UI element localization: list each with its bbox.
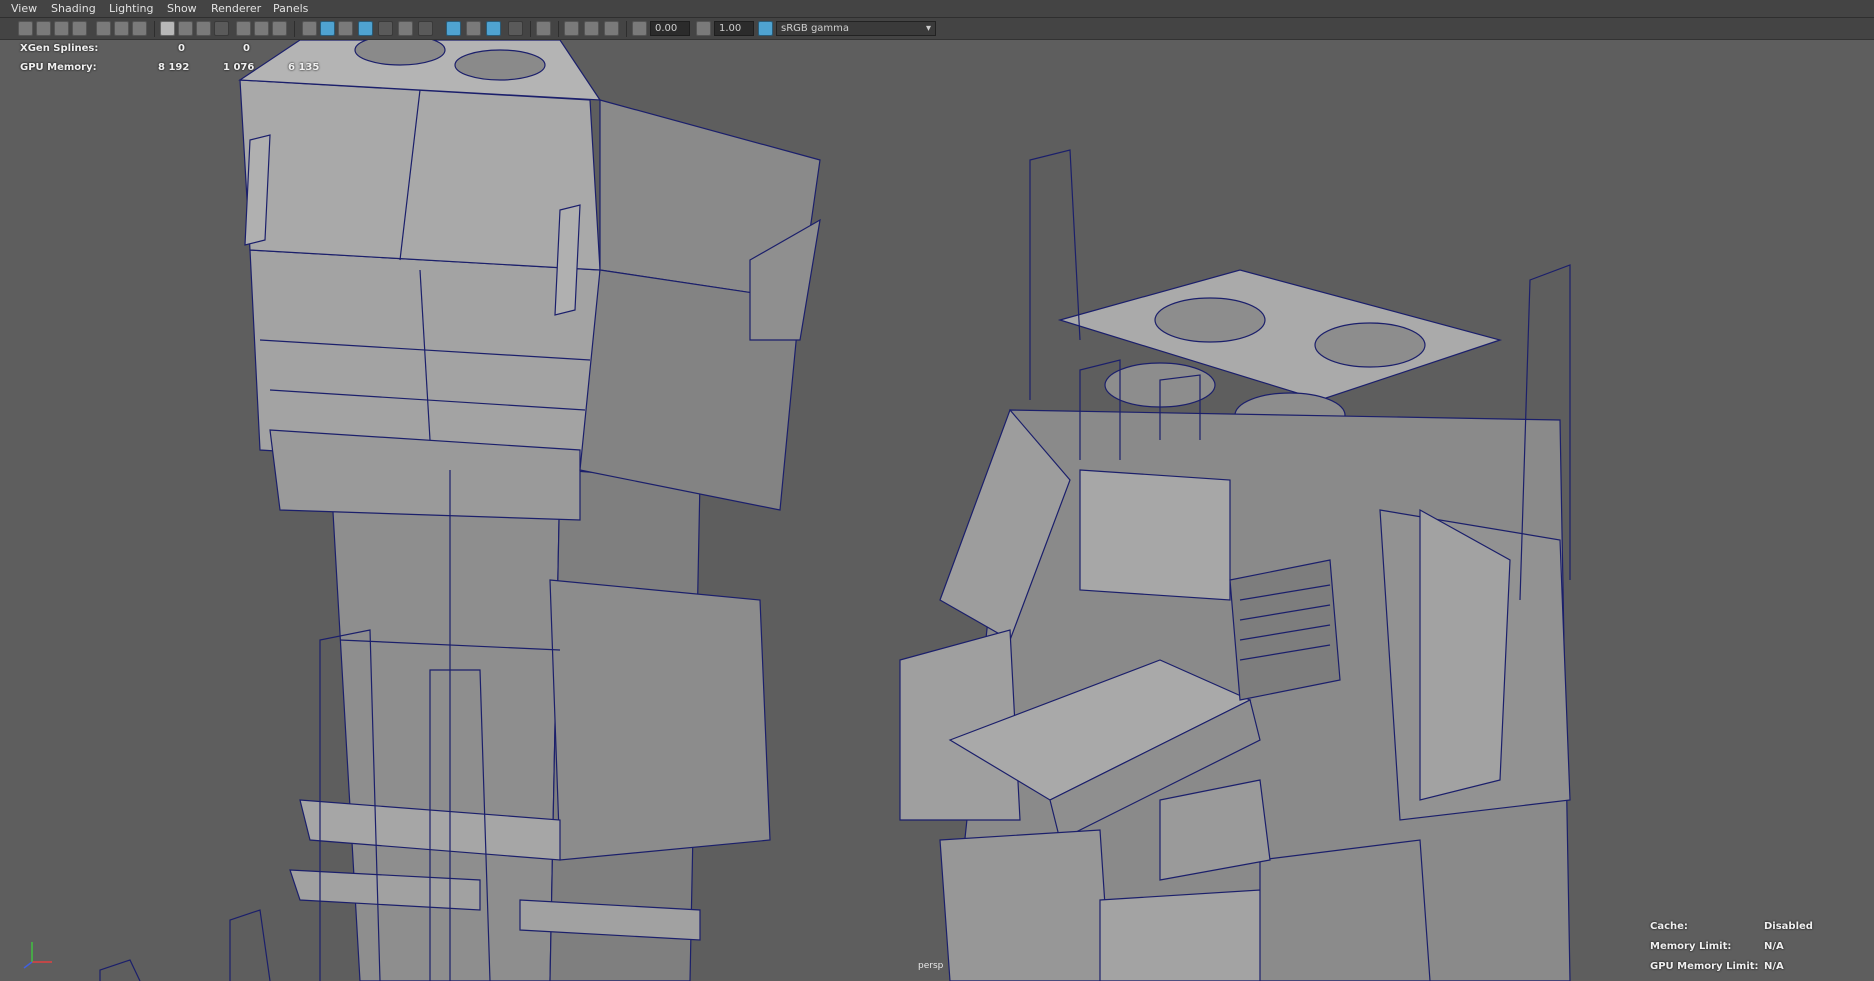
hud-memory-limit-label: Memory Limit: [1650, 941, 1732, 952]
xray-joints-icon[interactable] [564, 21, 579, 36]
menu-panels[interactable]: Panels [270, 0, 311, 18]
ambient-occlusion-icon[interactable] [446, 21, 461, 36]
hud-xgen-label: XGen Splines: [20, 43, 99, 54]
toolbar-separator [558, 21, 559, 37]
3d-viewport[interactable]: XGen Splines: 0 0 GPU Memory: 8 192 1 07… [0, 40, 1874, 981]
left-tower-model [99, 40, 821, 981]
wireframe-on-shaded-icon[interactable] [358, 21, 373, 36]
textured-icon[interactable] [378, 21, 393, 36]
menu-show[interactable]: Show [164, 0, 200, 18]
isolate-select-icon[interactable] [536, 21, 551, 36]
view-transform-label: sRGB gamma [781, 23, 850, 34]
gamma-icon[interactable] [696, 21, 711, 36]
depth-of-field-icon[interactable] [508, 21, 523, 36]
camera-lock-icon[interactable] [54, 21, 69, 36]
grid-icon[interactable] [160, 21, 175, 36]
backface-culling-icon[interactable] [604, 21, 619, 36]
chevron-down-icon: ▾ [925, 23, 931, 34]
camera-attributes-icon[interactable] [36, 21, 51, 36]
default-material-icon[interactable] [338, 21, 353, 36]
2d-pan-zoom-icon[interactable] [114, 21, 129, 36]
lights-icon[interactable] [398, 21, 413, 36]
toolbar-separator [626, 21, 627, 37]
motion-blur-icon[interactable] [466, 21, 481, 36]
gamma-field[interactable]: 1.00 [714, 21, 754, 36]
scene-render [99, 40, 1571, 981]
gate-mask-icon[interactable] [214, 21, 229, 36]
exposure-icon[interactable] [632, 21, 647, 36]
toolbar-separator [530, 21, 531, 37]
right-tower-model [899, 149, 1571, 981]
hud-gpu-memory-label: GPU Memory: [20, 62, 97, 73]
safe-title-icon[interactable] [272, 21, 287, 36]
hud-gpu-memory-value-1: 8 192 [158, 62, 190, 73]
toolbar-separator [294, 21, 295, 37]
hud-gpu-memory-value-3: 6 135 [288, 62, 320, 73]
viewport-toolbar: 0.00 1.00 sRGB gamma ▾ [0, 18, 1874, 40]
safe-action-icon[interactable] [254, 21, 269, 36]
menu-shading[interactable]: Shading [48, 0, 99, 18]
axis-gizmo-icon [23, 942, 52, 969]
camera-name-label: persp [918, 961, 944, 971]
field-chart-icon[interactable] [236, 21, 251, 36]
toolbar-separator [154, 21, 155, 37]
menu-lighting[interactable]: Lighting [106, 0, 156, 18]
bookmark-icon[interactable] [72, 21, 87, 36]
hud-gpu-memory-limit-label: GPU Memory Limit: [1650, 961, 1759, 972]
color-management-icon[interactable] [758, 21, 773, 36]
hud-xgen-value-2: 0 [243, 43, 250, 54]
xray-active-components-icon[interactable] [584, 21, 599, 36]
hud-cache-value: Disabled [1764, 921, 1813, 932]
shadows-icon[interactable] [418, 21, 433, 36]
image-plane-icon[interactable] [96, 21, 111, 36]
film-gate-icon[interactable] [178, 21, 193, 36]
hud-cache-label: Cache: [1650, 921, 1688, 932]
hud-gpu-memory-limit-value: N/A [1764, 961, 1784, 972]
camera-icon[interactable] [18, 21, 33, 36]
hud-memory-limit-value: N/A [1764, 941, 1784, 952]
menu-renderer[interactable]: Renderer [208, 0, 264, 18]
xray-icon[interactable] [486, 21, 501, 36]
resolution-gate-icon[interactable] [196, 21, 211, 36]
grease-pencil-icon[interactable] [132, 21, 147, 36]
hud-gpu-memory-value-2: 1 076 [223, 62, 255, 73]
hud-xgen-value-1: 0 [178, 43, 185, 54]
smooth-shade-icon[interactable] [320, 21, 335, 36]
exposure-field[interactable]: 0.00 [650, 21, 690, 36]
wireframe-icon[interactable] [302, 21, 317, 36]
view-transform-dropdown[interactable]: sRGB gamma ▾ [776, 21, 936, 36]
viewport-menubar: View Shading Lighting Show Renderer Pane… [0, 0, 1874, 18]
menu-view[interactable]: View [8, 0, 40, 18]
